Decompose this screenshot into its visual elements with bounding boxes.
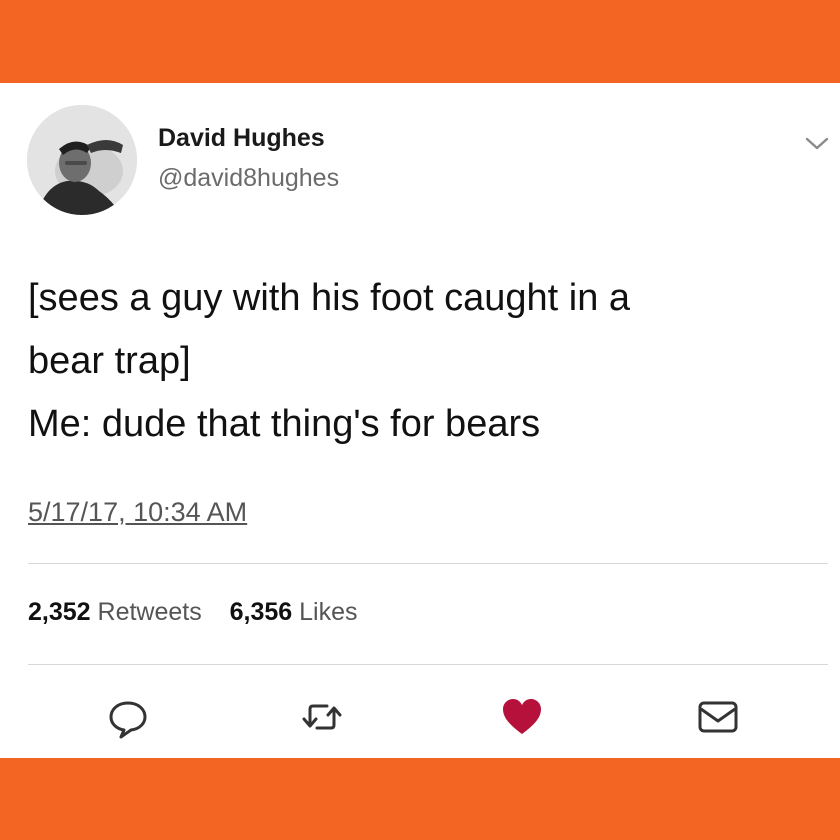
retweets-label[interactable]: Retweets <box>98 598 202 626</box>
tweet-text-line: [sees a guy with his foot caught in a <box>28 277 631 319</box>
divider <box>28 664 828 665</box>
author-handle[interactable]: @david8hughes <box>158 164 339 193</box>
heart-icon[interactable] <box>500 695 544 739</box>
tweet-timestamp[interactable]: 5/17/17, 10:34 AM <box>28 497 247 528</box>
screenshot-frame: David Hughes @david8hughes [sees a guy w… <box>0 0 840 840</box>
retweet-icon[interactable] <box>300 695 344 739</box>
retweets-count[interactable]: 2,352 <box>28 598 91 626</box>
divider <box>28 563 828 564</box>
envelope-icon[interactable] <box>696 695 740 739</box>
likes-label[interactable]: Likes <box>299 598 357 626</box>
tweet-stats: 2,352 Retweets 6,356 Likes <box>28 598 358 627</box>
avatar[interactable] <box>27 105 137 215</box>
reply-icon[interactable] <box>106 695 150 739</box>
likes-count[interactable]: 6,356 <box>230 598 293 626</box>
avatar-image <box>27 105 137 215</box>
tweet-text-line: Me: dude that thing's for bears <box>28 403 541 445</box>
author-name[interactable]: David Hughes <box>158 124 325 153</box>
tweet-text-line: bear trap] <box>28 340 191 382</box>
bottom-orange-band <box>0 758 840 840</box>
top-orange-band <box>0 0 840 83</box>
tweet-text: [sees a guy with his foot caught in a be… <box>28 267 818 456</box>
chevron-down-icon[interactable] <box>804 135 830 153</box>
tweet-card: David Hughes @david8hughes [sees a guy w… <box>0 83 840 758</box>
